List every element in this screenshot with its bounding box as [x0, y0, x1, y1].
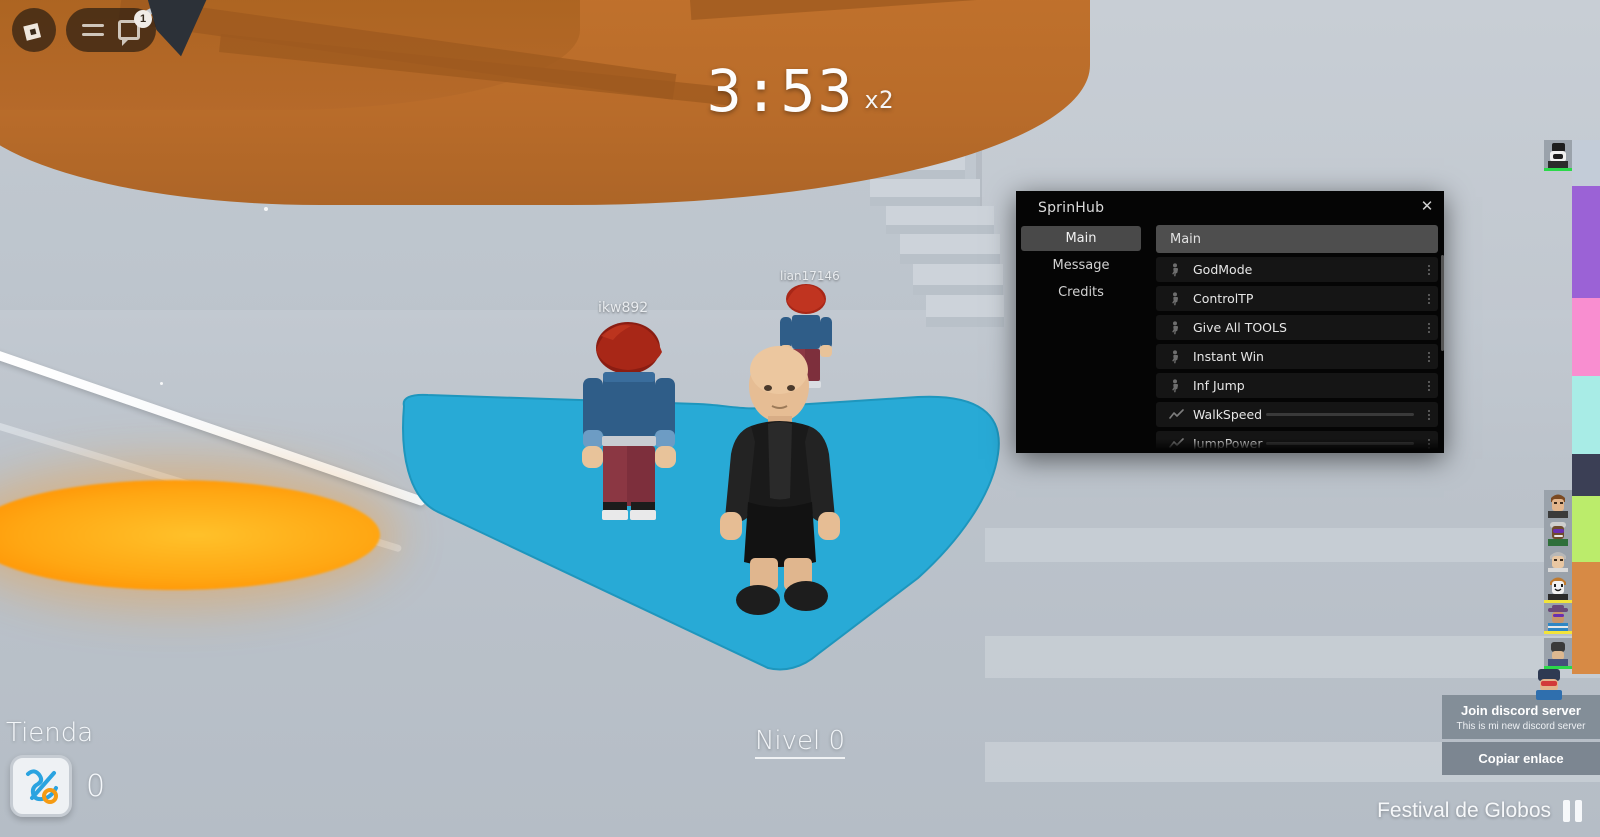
sprinhub-tab-credits[interactable]: Credits	[1021, 280, 1141, 305]
sprinhub-row-label: ControlTP	[1193, 291, 1254, 306]
shop-currency-count: 0	[86, 768, 106, 804]
sprinhub-row-label: WalkSpeed	[1193, 407, 1263, 422]
person-toggle-icon	[1168, 349, 1184, 365]
player-nametag: ikw892	[598, 300, 649, 316]
floor-stripe	[985, 528, 1600, 562]
shop-title: Tienda	[6, 718, 94, 748]
player-health-bar	[1544, 666, 1572, 669]
game-title-bar: Festival de Globos	[1377, 799, 1582, 823]
close-icon[interactable]: ✕	[1417, 196, 1437, 216]
sprinhub-slider-track[interactable]	[1266, 442, 1414, 445]
level-label: Nivel 0	[754, 726, 846, 759]
sprinhub-row-inf-jump[interactable]: Inf Jump	[1156, 373, 1438, 398]
discord-promo-panel: Join discord server This is mi new disco…	[1442, 669, 1600, 775]
balloon-shop-icon	[26, 769, 58, 804]
scene-speck	[264, 207, 268, 211]
person-toggle-icon	[1168, 291, 1184, 307]
game-screen: ikw892 lian17146 1 3:53 x2 Nivel 0 Tiend…	[0, 0, 1600, 837]
sprinhub-section-header: Main	[1156, 225, 1438, 253]
player-health-bar	[1544, 168, 1572, 171]
row-options-icon[interactable]	[1428, 409, 1430, 420]
row-options-icon[interactable]	[1428, 293, 1430, 304]
sprinhub-row-list: GodMode ControlTP Give All TOOLS Instant Wi…	[1156, 257, 1438, 453]
sprinhub-body: Main Message Credits Main GodMode ControlTP…	[1016, 219, 1444, 453]
pause-icon[interactable]	[1563, 800, 1582, 822]
row-options-icon[interactable]	[1428, 264, 1430, 275]
player-thumbnail[interactable]	[1544, 638, 1572, 666]
floor-stripe	[985, 636, 1600, 678]
player-thumbnail[interactable]	[1544, 518, 1572, 546]
player-strip-segment[interactable]	[1572, 496, 1600, 562]
sprinhub-row-walkspeed[interactable]: WalkSpeed	[1156, 402, 1438, 427]
top-left-hud: 1	[12, 8, 156, 52]
player-thumbnail[interactable]	[1544, 546, 1572, 574]
player-strip-segment[interactable]	[1572, 376, 1600, 454]
sprinhub-row-label: Instant Win	[1193, 349, 1264, 364]
sprinhub-row-label: Give All TOOLS	[1193, 320, 1287, 335]
sprinhub-scrollbar[interactable]	[1441, 255, 1444, 351]
sprinhub-content: Main GodMode ControlTP Give All TOOLS Insta…	[1146, 219, 1444, 453]
level-indicator: Nivel 0	[0, 726, 1600, 759]
sprinhub-row-label: GodMode	[1193, 262, 1253, 277]
row-options-icon[interactable]	[1428, 351, 1430, 362]
shop-row: 0	[10, 755, 105, 817]
player-nametag: lian17146	[780, 269, 840, 283]
sprinhub-tab-label: Message	[1052, 258, 1110, 273]
sprinhub-tab-label: Credits	[1058, 285, 1104, 300]
sprinhub-tab-main[interactable]: Main	[1021, 226, 1141, 251]
sprinhub-row-label: JumpPower	[1193, 436, 1263, 451]
player-strip-segment[interactable]	[1572, 454, 1600, 496]
person-toggle-icon	[1168, 320, 1184, 336]
player-thumbnail[interactable]	[1544, 140, 1572, 168]
player-thumbnail[interactable]	[1544, 572, 1572, 600]
row-options-icon[interactable]	[1428, 380, 1430, 391]
sprinhub-row-instant-win[interactable]: Instant Win	[1156, 344, 1438, 369]
slider-line-icon	[1168, 436, 1184, 452]
game-title-label: Festival de Globos	[1377, 799, 1551, 822]
player-strip-segment[interactable]	[1572, 298, 1600, 376]
player-avatar-ikw892	[575, 320, 703, 530]
chat-unread-badge: 1	[134, 10, 152, 28]
sprinhub-row-label: Inf Jump	[1193, 378, 1245, 393]
player-strip-segment[interactable]	[1572, 140, 1600, 186]
player-avatar-icon	[1536, 669, 1562, 700]
row-options-icon[interactable]	[1428, 322, 1430, 333]
player-thumbnail[interactable]	[1544, 490, 1572, 518]
sprinhub-title: SprinHub	[1038, 200, 1105, 216]
shop-button[interactable]	[10, 755, 72, 817]
discord-promo-subtitle: This is mi new discord server	[1456, 721, 1586, 732]
player-strip-segment[interactable]	[1572, 562, 1600, 674]
sprinhub-row-godmode[interactable]: GodMode	[1156, 257, 1438, 282]
sprinhub-window[interactable]: SprinHub ✕ Main Message Credits Main GodMo…	[1016, 191, 1444, 453]
sprinhub-tab-message[interactable]: Message	[1021, 253, 1141, 278]
scene-speck	[160, 382, 163, 385]
person-toggle-icon	[1168, 262, 1184, 278]
player-avatar-main	[706, 344, 856, 629]
roblox-menu-button[interactable]	[12, 8, 56, 52]
row-options-icon[interactable]	[1428, 438, 1430, 449]
slider-line-icon	[1168, 407, 1184, 423]
sprinhub-row-controltp[interactable]: ControlTP	[1156, 286, 1438, 311]
sprinhub-row-jumppower[interactable]: JumpPower	[1156, 431, 1438, 453]
discord-promo-title: Join discord server	[1461, 703, 1581, 718]
player-list-strip[interactable]	[1572, 140, 1600, 674]
player-strip-segment[interactable]	[1572, 186, 1600, 298]
sprinhub-row-give-all-tools[interactable]: Give All TOOLS	[1156, 315, 1438, 340]
hud-pill-buttons[interactable]: 1	[66, 8, 156, 52]
roblox-logo-icon	[23, 22, 42, 41]
player-thumbnail[interactable]	[1544, 603, 1572, 631]
player-health-bar	[1544, 631, 1572, 634]
sprinhub-tab-label: Main	[1065, 231, 1097, 246]
copy-link-button[interactable]: Copiar enlace	[1442, 742, 1600, 775]
sprinhub-nav: Main Message Credits	[1016, 219, 1146, 453]
hamburger-menu-icon[interactable]	[82, 24, 104, 36]
sprinhub-slider-track[interactable]	[1266, 413, 1414, 416]
discord-promo-header: Join discord server This is mi new disco…	[1442, 695, 1600, 739]
person-toggle-icon	[1168, 378, 1184, 394]
